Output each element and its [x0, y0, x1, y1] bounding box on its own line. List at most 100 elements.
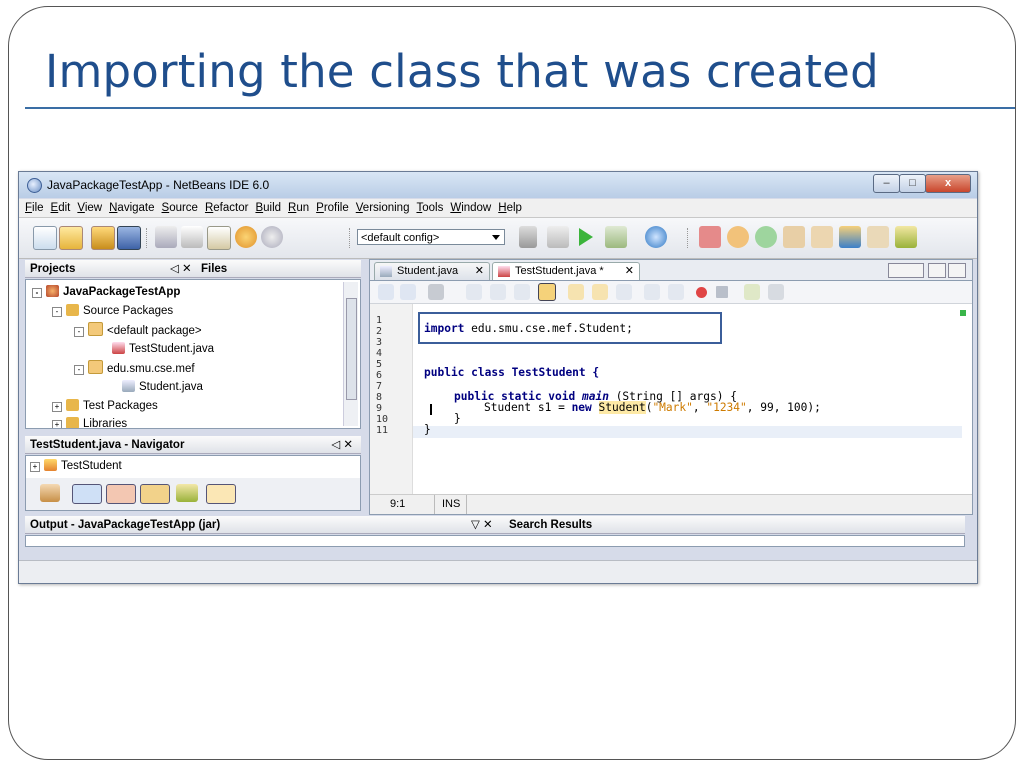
new-project-icon[interactable]	[59, 226, 83, 250]
collapse-icon[interactable]: -	[74, 365, 84, 375]
non-public-filter-icon[interactable]	[140, 484, 170, 504]
stop-icon[interactable]	[699, 226, 721, 248]
package-icon	[88, 322, 103, 336]
tree-item-teststudent[interactable]: TestStudent.java	[112, 341, 214, 357]
menu-source[interactable]: Source	[162, 202, 198, 214]
pause-icon[interactable]	[727, 226, 749, 248]
step-into-icon[interactable]	[811, 226, 833, 248]
projects-scrollbar[interactable]	[343, 282, 358, 426]
tree-item-source-packages[interactable]: - Source Packages	[52, 303, 173, 319]
find-previous-icon[interactable]	[490, 284, 506, 300]
static-filter-icon[interactable]	[106, 484, 136, 504]
tree-item-default-package[interactable]: - <default package>	[74, 322, 202, 338]
minimize-button[interactable]: –	[873, 174, 900, 193]
profile-icon[interactable]	[645, 226, 667, 248]
panel-controls-icon[interactable]: ◁ ✕	[170, 260, 192, 278]
start-macro-icon[interactable]	[696, 287, 707, 298]
tab-search-results[interactable]: Search Results	[509, 516, 592, 534]
menu-window[interactable]: Window	[450, 202, 491, 214]
documents-dropdown-icon[interactable]	[928, 263, 946, 278]
menu-versioning[interactable]: Versioning	[356, 202, 410, 214]
menu-refactor[interactable]: Refactor	[205, 202, 248, 214]
open-project-icon[interactable]	[91, 226, 115, 250]
paste-icon[interactable]	[207, 226, 231, 250]
last-edit-icon[interactable]	[378, 284, 394, 300]
output-content	[25, 535, 965, 547]
panel-controls-icon[interactable]: ◁ ✕	[331, 436, 353, 454]
maximize-editor-icon[interactable]	[948, 263, 966, 278]
expand-icon[interactable]: +	[30, 462, 40, 472]
undo-icon[interactable]	[235, 226, 257, 248]
tree-item-test-packages[interactable]: + Test Packages	[52, 398, 158, 414]
inherited-members-icon[interactable]	[40, 484, 60, 502]
tree-item-libraries[interactable]: + Libraries	[52, 416, 127, 428]
menu-file[interactable]: File	[25, 202, 44, 214]
stop-macro-icon[interactable]	[716, 286, 728, 298]
window-titlebar[interactable]: JavaPackageTestApp - NetBeans IDE 6.0 – …	[19, 172, 977, 198]
tree-item-student[interactable]: Student.java	[122, 379, 203, 395]
forward-icon[interactable]	[428, 284, 444, 300]
menu-profile[interactable]: Profile	[316, 202, 349, 214]
fields-filter-icon[interactable]	[72, 484, 102, 504]
shift-right-icon[interactable]	[668, 284, 684, 300]
menu-build[interactable]: Build	[255, 202, 281, 214]
shift-left-icon[interactable]	[644, 284, 660, 300]
new-file-icon[interactable]	[33, 226, 57, 250]
tab-files[interactable]: Files	[201, 260, 227, 278]
code-line-9[interactable]: Student s1 = new Student("Mark", "1234",…	[484, 401, 821, 414]
collapse-icon[interactable]: -	[32, 288, 42, 298]
find-next-icon[interactable]	[514, 284, 530, 300]
step-out-icon[interactable]	[839, 226, 861, 248]
continue-icon[interactable]	[755, 226, 777, 248]
cut-icon[interactable]	[155, 226, 177, 248]
menu-view[interactable]: View	[77, 202, 102, 214]
build-icon[interactable]	[519, 226, 537, 248]
collapse-icon[interactable]: -	[74, 327, 84, 337]
redo-icon[interactable]	[261, 226, 283, 248]
code-line-6[interactable]: public class TestStudent {	[424, 366, 599, 379]
tree-item-project[interactable]: - JavaPackageTestApp	[32, 284, 180, 300]
highlight-search-icon[interactable]	[538, 283, 556, 301]
scrollbar-thumb[interactable]	[346, 298, 357, 400]
copy-icon[interactable]	[181, 226, 203, 248]
tab-projects[interactable]: Projects	[30, 263, 75, 275]
debug-icon[interactable]	[605, 226, 627, 248]
previous-bookmark-icon[interactable]	[568, 284, 584, 300]
scroll-tabs-icon[interactable]	[888, 263, 924, 278]
find-selection-icon[interactable]	[466, 284, 482, 300]
uncomment-icon[interactable]	[768, 284, 784, 300]
tab-student-java[interactable]: Student.java ✕	[374, 262, 490, 280]
next-bookmark-icon[interactable]	[592, 284, 608, 300]
tab-teststudent-java[interactable]: TestStudent.java * ✕	[492, 262, 640, 280]
menu-run[interactable]: Run	[288, 202, 309, 214]
step-over-icon[interactable]	[783, 226, 805, 248]
menu-edit[interactable]: Edit	[51, 202, 71, 214]
config-select[interactable]: <default config>	[357, 229, 505, 245]
close-tab-icon[interactable]: ✕	[625, 263, 634, 280]
save-all-icon[interactable]	[117, 226, 141, 250]
run-icon[interactable]	[579, 228, 593, 246]
menu-navigate[interactable]: Navigate	[109, 202, 154, 214]
javadoc-filter-icon[interactable]	[206, 484, 236, 504]
comment-icon[interactable]	[744, 284, 760, 300]
close-button[interactable]: x	[925, 174, 971, 193]
back-icon[interactable]	[400, 284, 416, 300]
close-tab-icon[interactable]: ✕	[475, 263, 484, 280]
expand-icon[interactable]: +	[52, 420, 62, 428]
expand-icon[interactable]: +	[52, 402, 62, 412]
tree-item-package[interactable]: - edu.smu.cse.mef	[74, 360, 195, 376]
code-line-10[interactable]: }	[454, 412, 461, 425]
menu-help[interactable]: Help	[498, 202, 522, 214]
navigator-item-teststudent[interactable]: + TestStudent	[30, 458, 122, 474]
clean-build-icon[interactable]	[547, 226, 569, 248]
output-title[interactable]: Output - JavaPackageTestApp (jar)	[30, 519, 220, 531]
run-to-cursor-icon[interactable]	[867, 226, 889, 248]
menu-tools[interactable]: Tools	[416, 202, 443, 214]
sort-alpha-icon[interactable]	[176, 484, 198, 502]
collapse-icon[interactable]: -	[52, 307, 62, 317]
toggle-bookmark-icon[interactable]	[616, 284, 632, 300]
maximize-button[interactable]: □	[899, 174, 926, 193]
apply-changes-icon[interactable]	[895, 226, 917, 248]
code-line-11[interactable]: }	[424, 423, 431, 436]
panel-controls-icon[interactable]: ▽ ✕	[471, 516, 493, 534]
